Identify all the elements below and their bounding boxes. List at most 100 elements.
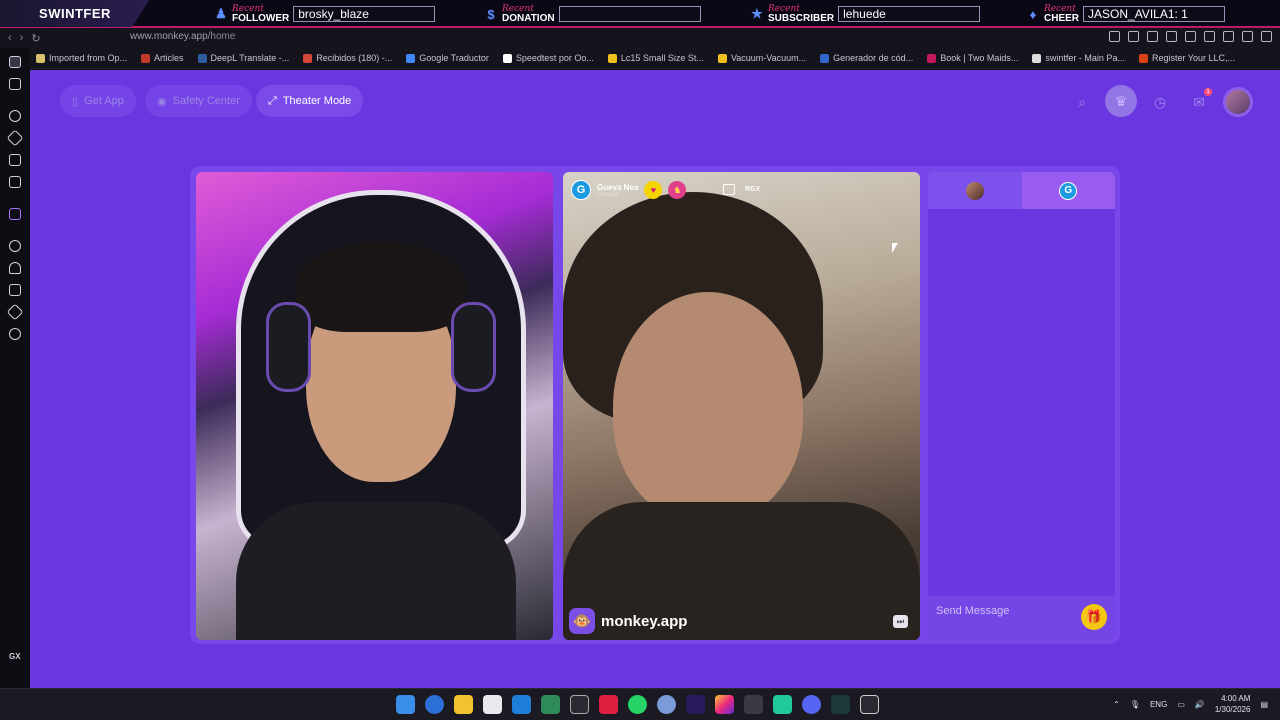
safety-center-button[interactable]: ◉ Safety Center [145, 85, 252, 117]
browser-tool-icons [1109, 31, 1272, 42]
snapshot-icon[interactable] [1109, 31, 1120, 42]
skip-icon[interactable]: ⏭ [893, 615, 908, 628]
pip-icon[interactable] [723, 184, 735, 195]
forward-icon[interactable]: › [20, 32, 24, 44]
twitch-icon[interactable] [9, 208, 21, 220]
send-message-input[interactable] [936, 605, 1076, 617]
bookmark-favicon-icon [717, 53, 727, 63]
bookmark-icon[interactable] [1128, 31, 1139, 42]
bookmark-item[interactable]: Register Your LLC,... [1138, 53, 1235, 63]
ai-icon[interactable] [1242, 31, 1253, 42]
shield-icon[interactable] [1147, 31, 1158, 42]
windows-taskbar: ⌃ 🎙 ENG ▭ 🔊 4:00 AM 1/30/2026 ▤ [0, 688, 1280, 720]
download-icon[interactable] [1223, 31, 1234, 42]
bookmark-item[interactable]: Vacuum-Vacuum... [717, 53, 806, 63]
gx-taskbar-icon[interactable] [570, 695, 589, 714]
search-taskbar-icon[interactable] [425, 695, 444, 714]
monkey-watermark: 🐵 monkey.app [569, 608, 687, 634]
bookmark-item[interactable]: Lc15 Small Size St... [607, 53, 704, 63]
microphone-icon[interactable]: 🎙 [1130, 700, 1140, 709]
bookmark-item[interactable]: Imported from Op... [36, 53, 127, 63]
notifications-icon[interactable]: ▤ [1260, 700, 1268, 709]
bookmark-item[interactable]: DeepL Translate -... [197, 53, 289, 63]
history-icon[interactable]: ◷ [1145, 87, 1175, 117]
chat-tabs: G [928, 172, 1115, 209]
notification-badge: 1 [1204, 88, 1212, 96]
avatar[interactable] [1223, 87, 1253, 117]
box-icon[interactable] [9, 176, 21, 188]
chevron-up-icon[interactable]: ⌃ [1113, 700, 1120, 709]
bookmark-favicon-icon [197, 53, 207, 63]
bookmarks-bar: Imported from Op... Articles DeepL Transla… [30, 48, 1280, 69]
rhombus-icon[interactable] [6, 303, 24, 321]
recent-follower-alert: ♟ Recent FOLLOWER brosky_blaze [214, 3, 436, 25]
gift-icon[interactable]: 🎁 [1081, 604, 1107, 630]
start-icon[interactable] [396, 695, 415, 714]
heart-icon[interactable] [1166, 31, 1177, 42]
notes-icon[interactable] [9, 284, 21, 296]
home-icon[interactable] [9, 56, 21, 68]
back-icon[interactable]: ‹ [8, 32, 12, 44]
extension-icon[interactable] [1185, 31, 1196, 42]
monkey-logo-icon: 🐵 [569, 608, 595, 634]
chat-tab-self[interactable] [928, 172, 1022, 209]
headphone-right [451, 302, 496, 392]
menu-icon[interactable] [1261, 31, 1272, 42]
diamond-icon[interactable] [6, 129, 24, 147]
whatsapp-icon[interactable] [628, 695, 647, 714]
bookmark-item[interactable]: Recibidos (180) -... [303, 53, 392, 63]
bookmark-favicon-icon [927, 53, 937, 63]
charts-icon[interactable] [541, 695, 560, 714]
gift-badge-icon[interactable]: ♞ [668, 181, 687, 199]
controller-icon[interactable] [9, 78, 21, 90]
self-video [196, 172, 553, 640]
theater-mode-button[interactable]: ⤢ Theater Mode [256, 85, 364, 117]
cheer-value: JASON_AVILA1: 1 [1083, 6, 1226, 22]
folder-icon[interactable] [454, 695, 473, 714]
terminal-icon[interactable] [831, 695, 850, 714]
gx-browser-icon[interactable] [860, 695, 879, 714]
network-icon[interactable]: ▭ [1177, 700, 1185, 709]
bookmark-favicon-icon [1032, 53, 1042, 63]
outlook-icon[interactable] [512, 695, 531, 714]
app-icon[interactable] [657, 695, 676, 714]
store-icon[interactable] [483, 695, 502, 714]
instagram-icon[interactable] [715, 695, 734, 714]
spiral-icon[interactable] [9, 110, 21, 122]
heart-badge-icon[interactable]: ♥ [644, 181, 663, 199]
profile-icon[interactable] [1204, 31, 1215, 42]
bookmark-item[interactable]: Google Traductor [406, 53, 489, 63]
bookmark-favicon-icon [303, 53, 313, 63]
bookmark-favicon-icon [502, 53, 512, 63]
discord-icon[interactable] [802, 695, 821, 714]
clock[interactable]: 4:00 AM 1/30/2026 [1215, 693, 1251, 715]
bookmark-item[interactable]: Book | Two Maids... [927, 53, 1018, 63]
messages-icon[interactable]: ✉ 1 [1184, 87, 1214, 117]
mouse-cursor [892, 243, 898, 253]
bolt-icon[interactable] [599, 695, 618, 714]
bookmark-item[interactable]: Speedtest por Oo... [502, 53, 594, 63]
address-field[interactable]: www.monkey.app/home [130, 31, 235, 42]
gx-sidebar: GX [0, 48, 30, 688]
reload-icon[interactable]: ↻ [31, 32, 40, 45]
chat-tab-peer[interactable]: G [1021, 172, 1115, 209]
peer-avatar: G [571, 180, 591, 200]
search-icon[interactable]: ⌕ [1067, 87, 1097, 117]
heart-icon[interactable] [9, 262, 21, 274]
language-indicator[interactable]: ENG [1150, 700, 1167, 709]
settings-icon[interactable] [9, 328, 21, 340]
get-app-button[interactable]: ▯ Get App [60, 85, 136, 117]
cube-icon[interactable] [9, 154, 21, 166]
chat-app-icon[interactable] [773, 695, 792, 714]
volume-icon[interactable]: 🔊 [1195, 700, 1205, 709]
bookmark-item[interactable]: swintfer - Main Pa... [1032, 53, 1125, 63]
crown-icon[interactable]: ♛ [1105, 85, 1137, 117]
person-shirt [236, 502, 516, 640]
bookmark-item[interactable]: Generador de cód... [820, 53, 913, 63]
stream-deck-icon[interactable] [744, 695, 763, 714]
bookmark-item[interactable]: Articles [141, 53, 184, 63]
video-stage: G Gueva Nea Canadá ♥ ♞ RGX 🐵 monkey.app … [190, 166, 1120, 644]
premiere-icon[interactable] [686, 695, 705, 714]
player-icon[interactable] [9, 240, 21, 252]
dollar-icon: $ [487, 6, 495, 22]
